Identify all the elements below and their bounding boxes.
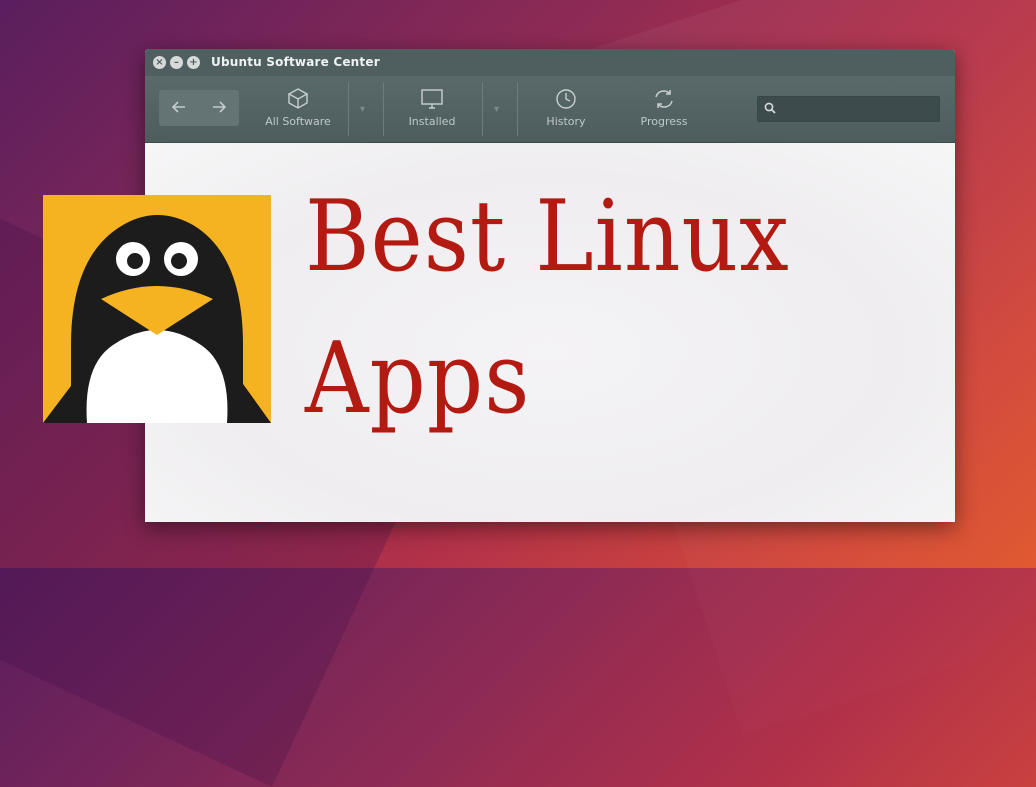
clock-icon	[556, 89, 576, 109]
arrow-left-icon	[171, 101, 185, 113]
window-title: Ubuntu Software Center	[211, 55, 380, 69]
history-label: History	[546, 115, 586, 128]
box-icon	[287, 88, 309, 109]
minimize-icon[interactable]: –	[170, 56, 183, 69]
chevron-down-icon[interactable]: ▾	[494, 104, 499, 115]
toolbar: All Software ▾ Installed ▾ History Progr…	[145, 76, 955, 143]
progress-button[interactable]: Progress	[629, 86, 699, 136]
close-icon[interactable]: ×	[153, 56, 166, 69]
toolbar-divider	[383, 82, 384, 136]
search-input[interactable]	[784, 99, 938, 119]
installed-button[interactable]: Installed	[397, 86, 467, 136]
all-software-button[interactable]: All Software	[263, 86, 333, 136]
arrow-right-icon	[213, 101, 227, 113]
search-field[interactable]	[757, 96, 940, 122]
monitor-icon	[421, 89, 443, 109]
window-titlebar[interactable]: × – + Ubuntu Software Center	[145, 49, 955, 76]
progress-label: Progress	[640, 115, 688, 128]
chevron-down-icon[interactable]: ▾	[360, 104, 365, 115]
search-icon	[764, 102, 776, 114]
refresh-icon	[655, 90, 673, 108]
nav-button-group	[159, 90, 239, 126]
toolbar-divider	[517, 82, 518, 136]
toolbar-divider	[348, 82, 349, 136]
forward-button[interactable]	[207, 97, 231, 119]
tux-penguin-icon	[43, 195, 271, 423]
headline-line-1: Best Linux	[305, 178, 790, 294]
all-software-label: All Software	[265, 115, 331, 128]
installed-label: Installed	[408, 115, 456, 128]
history-button[interactable]: History	[531, 86, 601, 136]
back-button[interactable]	[167, 97, 191, 119]
headline-line-2: Apps	[305, 320, 531, 436]
maximize-icon[interactable]: +	[187, 56, 200, 69]
toolbar-divider	[482, 82, 483, 136]
